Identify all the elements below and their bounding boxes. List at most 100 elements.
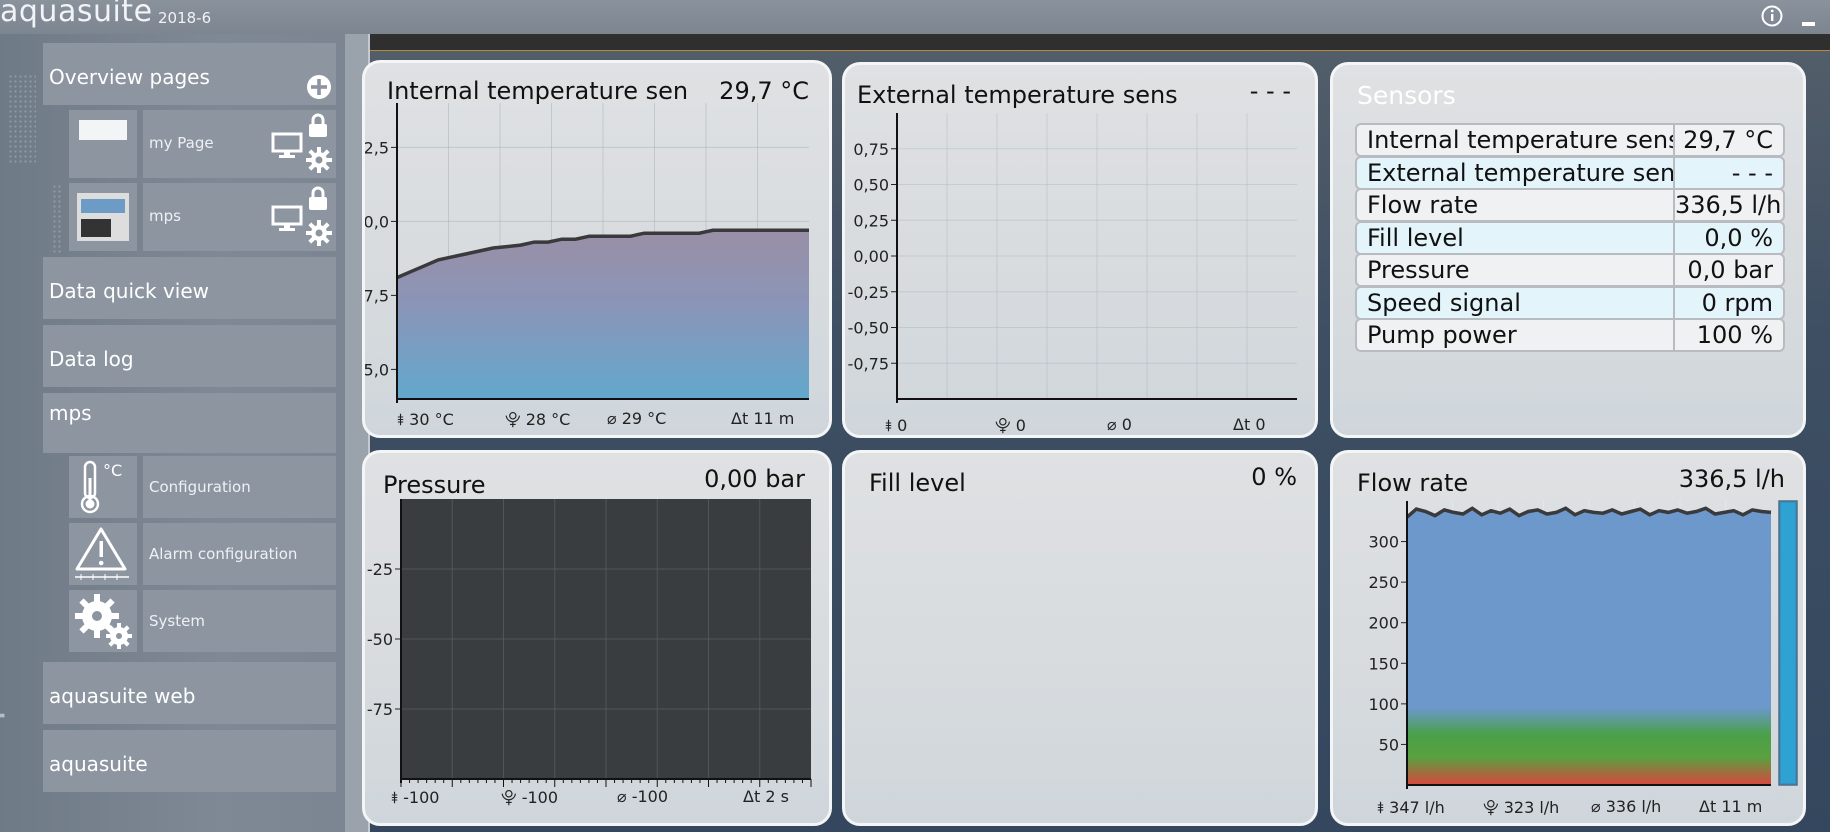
- min-stat: ⯓ -100: [501, 788, 559, 807]
- system-item[interactable]: System: [143, 590, 336, 652]
- sensor-value: 0,0 %: [1673, 220, 1785, 255]
- panel-flow-rate[interactable]: Flow rate 336,5 l/h 50 100 150 200 250 300 ⯒ …: [1330, 450, 1806, 826]
- panel-value: 0 %: [1251, 463, 1297, 491]
- page-thumbnail-my-page[interactable]: [69, 110, 137, 178]
- y-tick-label: 0,50: [853, 176, 889, 195]
- y-tick-label: 200: [1368, 614, 1399, 633]
- page-label: my Page: [149, 134, 214, 152]
- sensor-name: Fill level: [1355, 220, 1673, 255]
- decorative-dots: [8, 74, 36, 164]
- timespan-value: 11 m: [1721, 797, 1763, 816]
- y-tick-label: 27,5: [365, 286, 389, 305]
- data-log-label: Data log: [49, 347, 134, 371]
- average-value: 0: [1121, 415, 1132, 434]
- max-stat: ⯒ 0: [885, 416, 908, 435]
- page-item-my-page[interactable]: my Page: [143, 110, 336, 178]
- panel-stats: ⯒ 30 °C ⯓ 28 °C ⌀ 29 °C Δt 11 m: [397, 409, 817, 429]
- timespan-value: 0: [1255, 415, 1266, 434]
- timespan-stat: Δt 11 m: [1699, 797, 1763, 816]
- y-tick-label: 300: [1368, 533, 1399, 552]
- system-label: System: [149, 612, 205, 630]
- sensor-name: External temperature senso: [1355, 155, 1673, 190]
- aquasuite-web-button[interactable]: aquasuite web: [43, 662, 336, 724]
- page-label: mps: [149, 207, 181, 225]
- y-tick-label: -0,50: [848, 319, 889, 338]
- device-mps-label: mps: [49, 401, 92, 425]
- panel-fill-level[interactable]: Fill level 0 %: [842, 450, 1318, 826]
- timespan-stat: Δt 11 m: [731, 409, 795, 428]
- average-stat: ⌀ 29 °C: [607, 409, 667, 428]
- configuration-item[interactable]: Configuration: [143, 456, 336, 518]
- max-stat: ⯒ 347 l/h: [1377, 798, 1445, 817]
- panel-internal-temperature[interactable]: Internal temperature senso 29,7 °C 25,02…: [362, 60, 832, 438]
- overview-pages-button[interactable]: Overview pages: [43, 43, 336, 105]
- thermometer-icon: °C: [80, 460, 122, 514]
- monitor-icon[interactable]: [271, 132, 303, 160]
- gear-icon[interactable]: [305, 146, 333, 174]
- gears-icon: [75, 594, 132, 649]
- page-thumbnail-mps[interactable]: [69, 183, 137, 251]
- page-item-mps[interactable]: mps: [143, 183, 336, 251]
- chart-internal-temperature: 25,0 27,5 30,0 32,5: [365, 103, 809, 403]
- max-stat: ⯒ -100: [391, 788, 440, 807]
- sensor-row[interactable]: External temperature senso - - -: [1355, 155, 1785, 190]
- lock-icon[interactable]: [307, 186, 329, 212]
- sensor-row[interactable]: Internal temperature senso 29,7 °C: [1355, 123, 1785, 157]
- sensor-row[interactable]: Pressure 0,0 bar: [1355, 253, 1785, 287]
- device-mps-button[interactable]: mps: [43, 393, 336, 453]
- chart-flow-rate: 50 100 150 200 250 300: [1368, 500, 1798, 789]
- minimize-icon[interactable]: [1802, 22, 1815, 26]
- series-area: [1407, 508, 1771, 785]
- sensor-value: 29,7 °C: [1673, 123, 1785, 157]
- monitor-icon[interactable]: [271, 205, 303, 233]
- app-name: aquasuite: [0, 0, 153, 29]
- sensor-row[interactable]: Flow rate 336,5 l/h: [1355, 188, 1785, 222]
- y-tick-label: 30,0: [365, 212, 389, 231]
- chart-external-temperature: -0,75 -0,50 -0,25 0,00 0,25 0,50 0,75: [848, 113, 1297, 403]
- info-icon[interactable]: [1761, 5, 1783, 27]
- gear-icon[interactable]: [305, 219, 333, 247]
- average-value: 29 °C: [621, 409, 667, 428]
- sidebar-vertical-text: mputer: [0, 613, 6, 760]
- sensor-name: Flow rate: [1355, 188, 1673, 222]
- sensor-row[interactable]: Pump power 100 %: [1355, 318, 1785, 352]
- average-stat: ⌀ 0: [1107, 415, 1132, 434]
- system-thumb[interactable]: [69, 590, 137, 652]
- panel-sensors[interactable]: Sensors Internal temperature senso 29,7 °…: [1330, 62, 1806, 438]
- max-stat: ⯒ 30 °C: [397, 410, 454, 429]
- add-page-icon[interactable]: [306, 74, 332, 100]
- configuration-thumb[interactable]: °C: [69, 456, 137, 518]
- min-stat: ⯓ 28 °C: [505, 410, 571, 429]
- min-value: -100: [521, 788, 559, 807]
- panel-stats: ⯒ -100 ⯓ -100 ⌀ -100 Δt 2 s: [391, 787, 811, 807]
- y-tick-label: 0,00: [853, 247, 889, 266]
- panel-external-temperature[interactable]: External temperature senso - - - -0,75 -0…: [842, 62, 1318, 438]
- y-tick-label: -75: [367, 700, 393, 719]
- aquasuite-button[interactable]: aquasuite: [43, 730, 336, 792]
- sensor-name: Speed signal: [1355, 285, 1673, 320]
- lock-icon[interactable]: [307, 113, 329, 139]
- data-quick-view-button[interactable]: Data quick view: [43, 257, 336, 319]
- y-tick-label: 150: [1368, 654, 1399, 673]
- sensor-value: 100 %: [1673, 318, 1785, 352]
- y-tick-label: 250: [1368, 573, 1399, 592]
- sensor-row[interactable]: Fill level 0,0 %: [1355, 220, 1785, 255]
- sensor-value: 0 rpm: [1673, 285, 1785, 320]
- alarm-configuration-item[interactable]: Alarm configuration: [143, 523, 336, 585]
- sensor-value: - - -: [1673, 155, 1785, 190]
- min-value: 28 °C: [525, 410, 571, 429]
- average-stat: ⌀ -100: [617, 787, 669, 806]
- sensor-name: Internal temperature senso: [1355, 123, 1673, 157]
- data-log-button[interactable]: Data log: [43, 325, 336, 387]
- average-value: -100: [631, 787, 669, 806]
- y-tick-label: 25,0: [365, 360, 389, 379]
- y-tick-label: 32,5: [365, 138, 389, 157]
- y-tick-label: -25: [367, 560, 393, 579]
- panel-pressure[interactable]: Pressure 0,00 bar -25 -50 -75 ⯒ -100 ⯓ -10…: [362, 450, 832, 826]
- timespan-value: 2 s: [765, 787, 789, 806]
- sensor-row[interactable]: Speed signal 0 rpm: [1355, 285, 1785, 320]
- sensors-title: Sensors: [1357, 81, 1456, 110]
- alarm-configuration-thumb[interactable]: [69, 523, 137, 585]
- min-stat: ⯓ 323 l/h: [1483, 798, 1560, 817]
- aquasuite-label: aquasuite: [49, 752, 148, 776]
